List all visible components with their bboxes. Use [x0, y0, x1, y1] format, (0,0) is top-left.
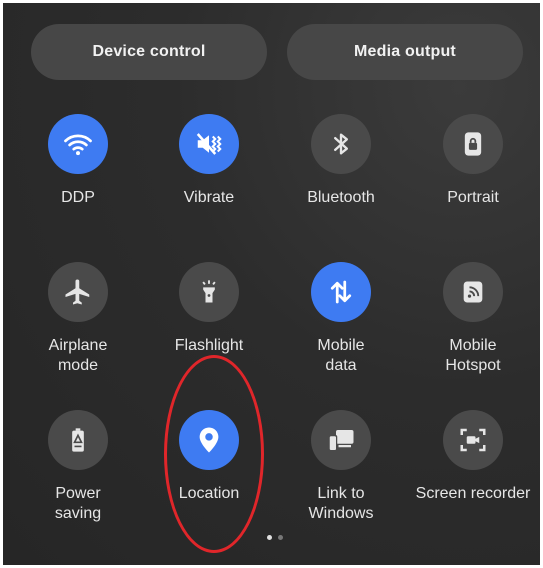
page-dot-current	[267, 535, 272, 540]
wifi-icon	[64, 134, 92, 156]
tile-label: Portrait	[447, 189, 499, 206]
bluetooth-icon	[334, 133, 348, 155]
screen-recorder-icon	[460, 428, 486, 452]
tile-label: Bluetooth	[307, 189, 375, 206]
airplane-toggle[interactable]	[48, 262, 108, 322]
tile-label: Mobile data	[317, 337, 365, 374]
tile-mobile-hotspot[interactable]: Mobile Hotspot	[407, 262, 539, 376]
tile-airplane-mode[interactable]: Airplane mode	[12, 262, 144, 376]
tile-flashlight[interactable]: Flashlight	[143, 262, 275, 356]
tile-label: Mobile Hotspot	[445, 337, 501, 374]
tile-ddp[interactable]: DDP	[12, 114, 144, 208]
tile-power-saving[interactable]: Power saving	[12, 410, 144, 524]
link-to-windows-icon	[328, 430, 354, 452]
tile-bluetooth[interactable]: Bluetooth	[275, 114, 407, 208]
quick-settings-panel: Device control Media output DDP Vibrate	[3, 3, 540, 565]
hotspot-toggle[interactable]	[443, 262, 503, 322]
tile-vibrate[interactable]: Vibrate	[143, 114, 275, 208]
vibrate-icon	[196, 133, 222, 155]
location-pin-icon	[199, 427, 219, 453]
portrait-lock-icon	[464, 132, 482, 156]
airplane-icon	[65, 279, 90, 305]
tile-label: Airplane mode	[48, 337, 108, 374]
media-output-button[interactable]: Media output	[287, 24, 523, 80]
location-toggle[interactable]	[179, 410, 239, 470]
screen-recorder-toggle[interactable]	[443, 410, 503, 470]
power-saving-toggle[interactable]	[48, 410, 108, 470]
flashlight-icon	[202, 280, 216, 303]
ddp-toggle[interactable]	[48, 114, 108, 174]
hotspot-icon	[463, 281, 483, 303]
tile-label: Link to Windows	[308, 485, 374, 522]
vibrate-toggle[interactable]	[179, 114, 239, 174]
tile-label: Flashlight	[174, 337, 244, 354]
device-control-button[interactable]: Device control	[31, 24, 267, 80]
bluetooth-toggle[interactable]	[311, 114, 371, 174]
mobile-data-toggle[interactable]	[311, 262, 371, 322]
tile-portrait[interactable]: Portrait	[407, 114, 539, 208]
tile-location[interactable]: Location	[143, 410, 275, 504]
page-dot	[278, 535, 283, 540]
mobile-data-icon	[330, 280, 352, 304]
tile-mobile-data[interactable]: Mobile data	[275, 262, 407, 376]
tile-label: Vibrate	[183, 189, 235, 206]
tile-label: Screen recorder	[415, 485, 531, 502]
link-to-windows-toggle[interactable]	[311, 410, 371, 470]
tile-label: Power saving	[54, 485, 102, 522]
tile-link-to-windows[interactable]: Link to Windows	[275, 410, 407, 524]
battery-icon	[72, 428, 84, 452]
tile-label: Location	[178, 485, 240, 502]
flashlight-toggle[interactable]	[179, 262, 239, 322]
portrait-toggle[interactable]	[443, 114, 503, 174]
tile-screen-recorder[interactable]: Screen recorder	[407, 410, 539, 504]
page-indicator	[267, 535, 283, 540]
tile-label: DDP	[61, 189, 95, 206]
